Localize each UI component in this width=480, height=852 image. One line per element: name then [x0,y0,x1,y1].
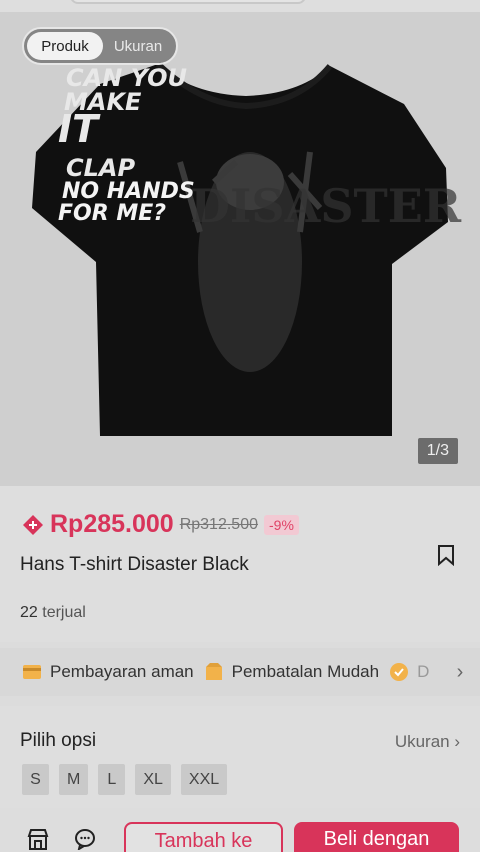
image-counter: 1/3 [417,438,458,464]
size-option-xxl[interactable]: XXL [180,764,228,795]
product-image-gallery[interactable]: DISASTER CAN YOU MAKE IT CLAP NO HANDS F… [0,12,480,486]
tshirt-image: DISASTER CAN YOU MAKE IT CLAP NO HANDS F… [32,61,462,436]
product-info: Rp285.000 Rp312.500 -9% Hans T-shirt Dis… [0,486,480,642]
chat-icon[interactable] [74,828,96,850]
box-return-icon [205,663,222,680]
print-line-6: FOR ME? [58,201,166,226]
size-list: S M L XL XXL [22,764,237,795]
sold-count: 22 terjual [20,604,86,622]
svg-text:DISASTER: DISASTER [190,179,462,233]
chevron-right-icon[interactable]: › [440,648,480,696]
benefit-truncated: D [417,662,430,681]
bookmark-icon[interactable] [436,544,456,566]
benefits-strip[interactable]: Pembayaran aman Pembatalan Mudah D › [0,648,480,696]
buy-now-button[interactable]: Beli dengan [294,822,459,852]
shop-icon[interactable] [27,828,49,850]
discount-badge: -9% [264,514,299,535]
size-option-l[interactable]: L [98,764,126,795]
sold-number: 22 [20,604,38,621]
price-tag-icon [23,514,43,535]
size-option-xl[interactable]: XL [135,764,171,795]
sold-label: terjual [42,604,86,621]
bottom-action-bar: Tambah ke Beli dengan [0,808,480,852]
current-price: Rp285.000 [50,510,174,538]
toggle-produk[interactable]: Produk [27,32,103,60]
verified-badge-icon [390,663,409,681]
original-price: Rp312.500 [179,515,258,533]
toggle-ukuran[interactable]: Ukuran [103,32,173,60]
add-to-cart-button[interactable]: Tambah ke [124,822,283,852]
benefit-easy-cancel: Pembatalan Mudah [231,662,380,681]
label-tag [236,68,250,84]
product-title: Hans T-shirt Disaster Black [20,554,249,575]
option-selector: Pilih opsi Ukuran › S M L XL XXL [0,706,480,808]
search-bar-edge[interactable] [70,0,306,4]
print-line-4: CLAP [66,154,135,182]
size-option-s[interactable]: S [22,764,49,795]
benefit-secure-payment: Pembayaran aman [50,662,194,681]
card-icon [23,665,41,679]
size-option-m[interactable]: M [59,764,89,795]
options-title: Pilih opsi [20,730,97,751]
size-guide-link[interactable]: Ukuran › [395,732,460,752]
price-row: Rp285.000 Rp312.500 -9% [20,510,299,539]
top-strip [0,0,480,12]
image-view-toggle[interactable]: Produk Ukuran [22,27,178,65]
print-line-3: IT [58,107,101,151]
